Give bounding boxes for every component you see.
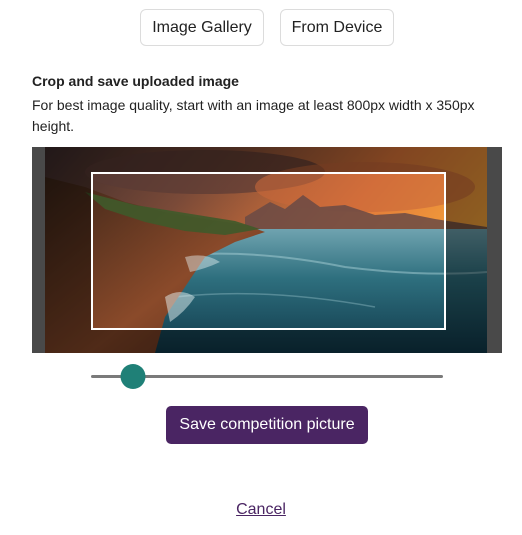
image-gallery-button[interactable]: Image Gallery	[140, 9, 264, 46]
crop-title: Crop and save uploaded image	[32, 73, 239, 89]
zoom-slider[interactable]	[91, 362, 443, 390]
image-upload-dialog: Image Gallery From Device Crop and save …	[0, 0, 522, 535]
slider-thumb[interactable]	[120, 364, 146, 389]
from-device-button[interactable]: From Device	[280, 9, 394, 46]
crop-help-text: For best image quality, start with an im…	[32, 97, 475, 134]
cancel-link[interactable]: Cancel	[236, 501, 286, 518]
crop-area	[32, 147, 502, 353]
crop-selection-box[interactable]	[91, 172, 446, 330]
save-competition-picture-button[interactable]: Save competition picture	[166, 406, 368, 444]
cancel-container: Cancel	[0, 501, 522, 519]
